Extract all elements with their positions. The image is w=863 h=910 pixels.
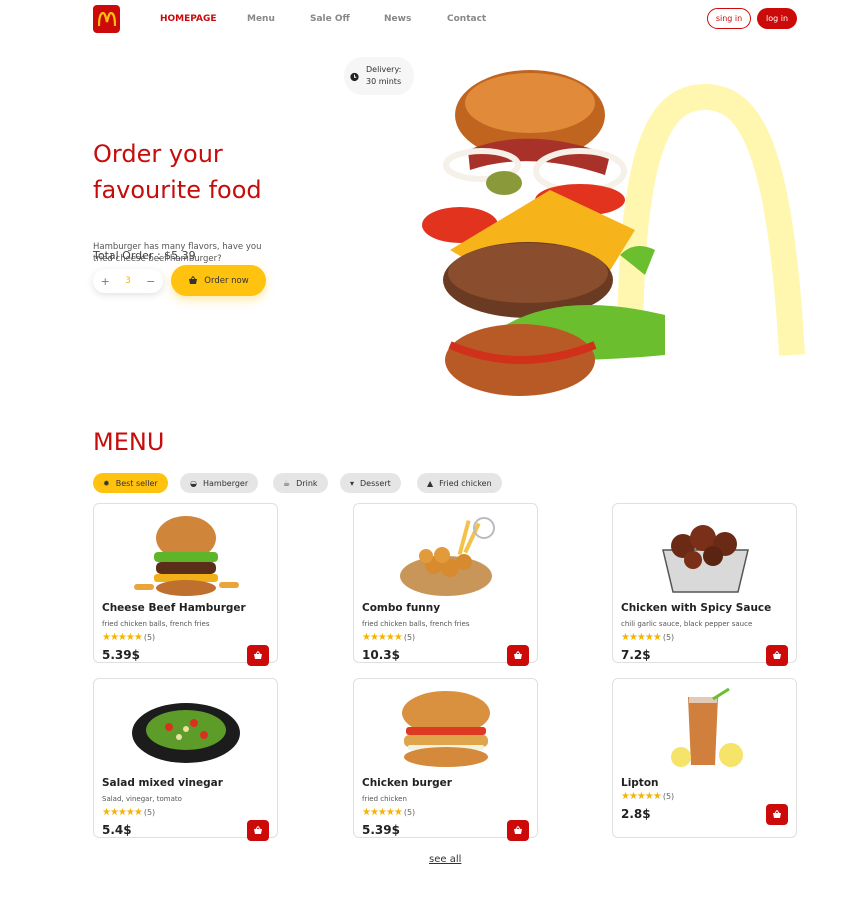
rating-count: (5)	[662, 792, 675, 801]
chicken-icon: ▲	[427, 478, 434, 488]
product-price: 5.39$	[102, 648, 140, 662]
rating-count: (5)	[143, 808, 156, 817]
order-now-button[interactable]: Order now	[171, 265, 266, 296]
product-card[interactable]: Chicken with Spicy Sauce chili garlic sa…	[612, 503, 797, 666]
product-name: Cheese Beef Hamburger	[102, 602, 246, 614]
star-rating: ★★★★★ (5)	[362, 632, 415, 643]
combo-image	[400, 517, 495, 596]
basket-icon	[189, 276, 198, 284]
rating-count: (5)	[403, 808, 416, 817]
product-description: Salad, vinegar, tomato	[102, 795, 182, 803]
cup-icon: ☕	[283, 478, 291, 488]
basket-icon	[514, 651, 522, 659]
product-price: 10.3$	[362, 648, 400, 662]
hero-burger-image	[422, 70, 805, 396]
product-card[interactable]: Lipton ★★★★★ (5) 2.8$	[612, 678, 797, 838]
clock-icon	[350, 72, 359, 81]
basket-icon	[254, 826, 262, 834]
burger-icon: ◒	[190, 478, 197, 488]
menu-title: MENU	[93, 428, 165, 456]
badge-icon: ✹	[103, 478, 110, 488]
product-price: 7.2$	[621, 648, 651, 662]
quantity-stepper: + 3 −	[93, 269, 163, 293]
salad-image	[132, 703, 240, 763]
order-now-label: Order now	[204, 275, 249, 286]
product-description: fried chicken balls, french fries	[362, 620, 470, 628]
star-rating: ★★★★★ (5)	[621, 632, 674, 643]
plus-button[interactable]: +	[101, 275, 110, 288]
product-name: Lipton	[621, 777, 659, 789]
star-rating: ★★★★★ (5)	[102, 807, 155, 818]
basket-icon	[254, 651, 262, 659]
category-label: Best seller	[115, 478, 158, 488]
nav-menu[interactable]: Menu	[247, 14, 275, 24]
category-dessert[interactable]: ▾ Dessert	[340, 473, 401, 493]
rating-count: (5)	[403, 633, 416, 642]
nav-news[interactable]: News	[384, 14, 411, 24]
category-drink[interactable]: ☕ Drink	[273, 473, 328, 493]
add-to-cart-button[interactable]	[507, 820, 529, 841]
product-description: chili garlic sauce, black pepper sauce	[621, 620, 753, 628]
iced-tea-image	[671, 687, 743, 767]
category-fried-chicken[interactable]: ▲ Fried chicken	[417, 473, 502, 493]
category-label: Drink	[296, 478, 318, 488]
stars-icon: ★★★★★	[362, 807, 403, 818]
product-description: fried chicken	[362, 795, 407, 803]
product-name: Salad mixed vinegar	[102, 777, 223, 789]
log-in-button[interactable]: log in	[757, 8, 797, 29]
product-name: Chicken burger	[362, 777, 452, 789]
stars-icon: ★★★★★	[362, 632, 403, 643]
product-price: 2.8$	[621, 807, 651, 821]
category-label: Hamberger	[202, 478, 249, 488]
delivery-time: 30 mints	[366, 77, 402, 86]
stars-icon: ★★★★★	[621, 791, 662, 802]
rating-count: (5)	[143, 633, 156, 642]
product-name: Combo funny	[362, 602, 441, 614]
cheese-burger-image	[134, 516, 239, 596]
chicken-burger-image	[402, 691, 490, 767]
hero-title: Order your favourite food	[93, 140, 262, 204]
category-label: Dessert	[360, 478, 391, 488]
stars-icon: ★★★★★	[621, 632, 662, 643]
product-card[interactable]: Cheese Beef Hamburger fried chicken ball…	[93, 503, 278, 666]
stars-icon: ★★★★★	[102, 807, 143, 818]
category-hamberger[interactable]: ◒ Hamberger	[180, 473, 259, 493]
add-to-cart-button[interactable]	[766, 804, 788, 825]
star-rating: ★★★★★ (5)	[621, 791, 674, 802]
basket-icon	[773, 651, 781, 659]
product-card[interactable]: Combo funny fried chicken balls, french …	[353, 503, 538, 666]
rating-count: (5)	[662, 633, 675, 642]
add-to-cart-button[interactable]	[247, 645, 269, 666]
add-to-cart-button[interactable]	[507, 645, 529, 666]
brand-logo[interactable]	[93, 5, 120, 33]
product-price: 5.39$	[362, 823, 400, 837]
stars-icon: ★★★★★	[102, 632, 143, 643]
star-rating: ★★★★★ (5)	[102, 632, 155, 643]
spicy-chicken-image	[662, 525, 749, 593]
category-best-seller[interactable]: ✹ Best seller	[93, 473, 168, 493]
product-description: fried chicken balls, french fries	[102, 620, 210, 628]
delivery-label: Delivery:	[366, 65, 402, 74]
product-price: 5.4$	[102, 823, 132, 837]
golden-arches-icon	[97, 12, 116, 26]
basket-icon	[514, 826, 522, 834]
add-to-cart-button[interactable]	[766, 645, 788, 666]
delivery-badge: Delivery: 30 mints	[344, 57, 414, 95]
sign-in-button[interactable]: sing in	[707, 8, 751, 29]
quantity-value: 3	[125, 276, 131, 286]
category-label: Fried chicken	[439, 478, 492, 488]
product-card[interactable]: Chicken burger fried chicken ★★★★★ (5) 5.…	[353, 678, 538, 841]
total-order: Total Order : $5.39	[93, 249, 196, 262]
add-to-cart-button[interactable]	[247, 820, 269, 841]
nav-sale-off[interactable]: Sale Off	[310, 14, 350, 24]
see-all-link[interactable]: see all	[429, 854, 461, 865]
basket-icon	[773, 810, 781, 818]
ice-cream-icon: ▾	[350, 478, 355, 488]
minus-button[interactable]: −	[146, 275, 155, 288]
nav-homepage[interactable]: HOMEPAGE	[160, 14, 217, 24]
star-rating: ★★★★★ (5)	[362, 807, 415, 818]
product-card[interactable]: Salad mixed vinegar Salad, vinegar, toma…	[93, 678, 278, 841]
product-name: Chicken with Spicy Sauce	[621, 602, 772, 614]
nav-contact[interactable]: Contact	[447, 14, 486, 24]
